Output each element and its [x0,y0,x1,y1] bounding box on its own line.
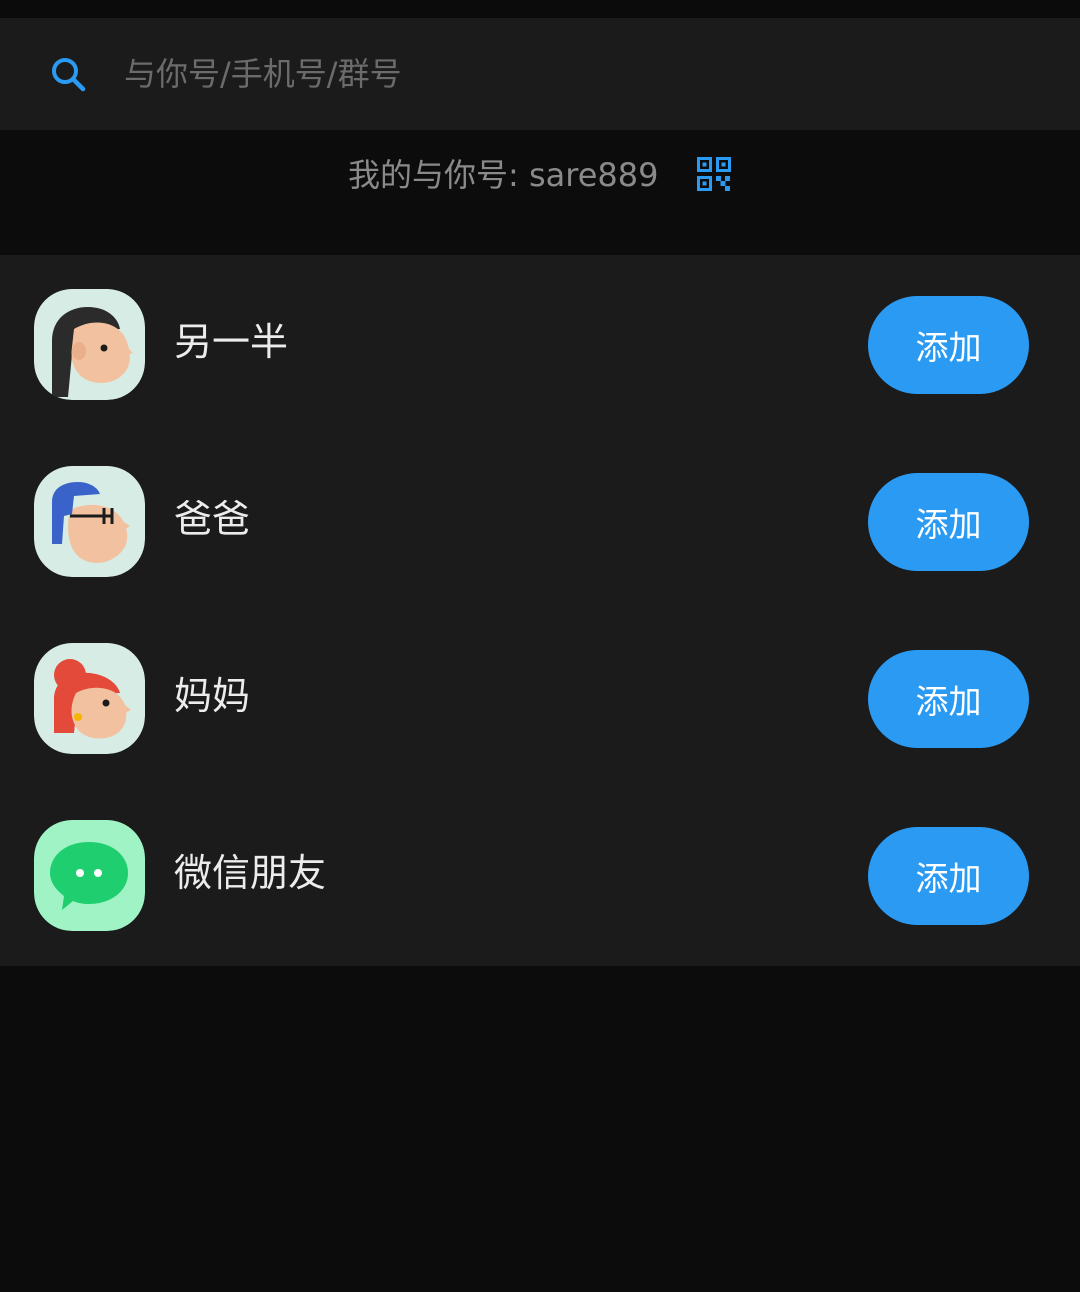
list-item: 妈妈 添加 [0,609,1080,786]
contact-name: 另一半 [174,320,289,364]
search-bar [0,18,1080,130]
list-item: 微信朋友 添加 [0,786,1080,963]
dad-avatar-icon [34,466,145,577]
contact-name: 爸爸 [174,497,251,541]
wechat-icon [34,820,145,931]
add-button[interactable]: 添加 [868,473,1029,571]
add-button[interactable]: 添加 [868,650,1029,748]
search-icon[interactable] [48,54,88,94]
woman-avatar-icon [34,289,145,400]
search-input[interactable] [110,46,1038,102]
suggested-contacts-list: 另一半 添加 爸爸 添加 妈妈 添加 微信朋友 添加 [0,255,1080,966]
qr-code-icon[interactable] [697,157,731,191]
my-id-label: 我的与你号: sare889 [348,156,659,194]
add-button[interactable]: 添加 [868,827,1029,925]
list-item: 另一半 添加 [0,255,1080,432]
status-strip [0,0,1080,18]
contact-name: 微信朋友 [174,851,327,895]
add-button[interactable]: 添加 [868,296,1029,394]
list-item: 爸爸 添加 [0,432,1080,609]
contact-name: 妈妈 [174,674,251,718]
mom-avatar-icon [34,643,145,754]
empty-area [0,966,1080,1292]
